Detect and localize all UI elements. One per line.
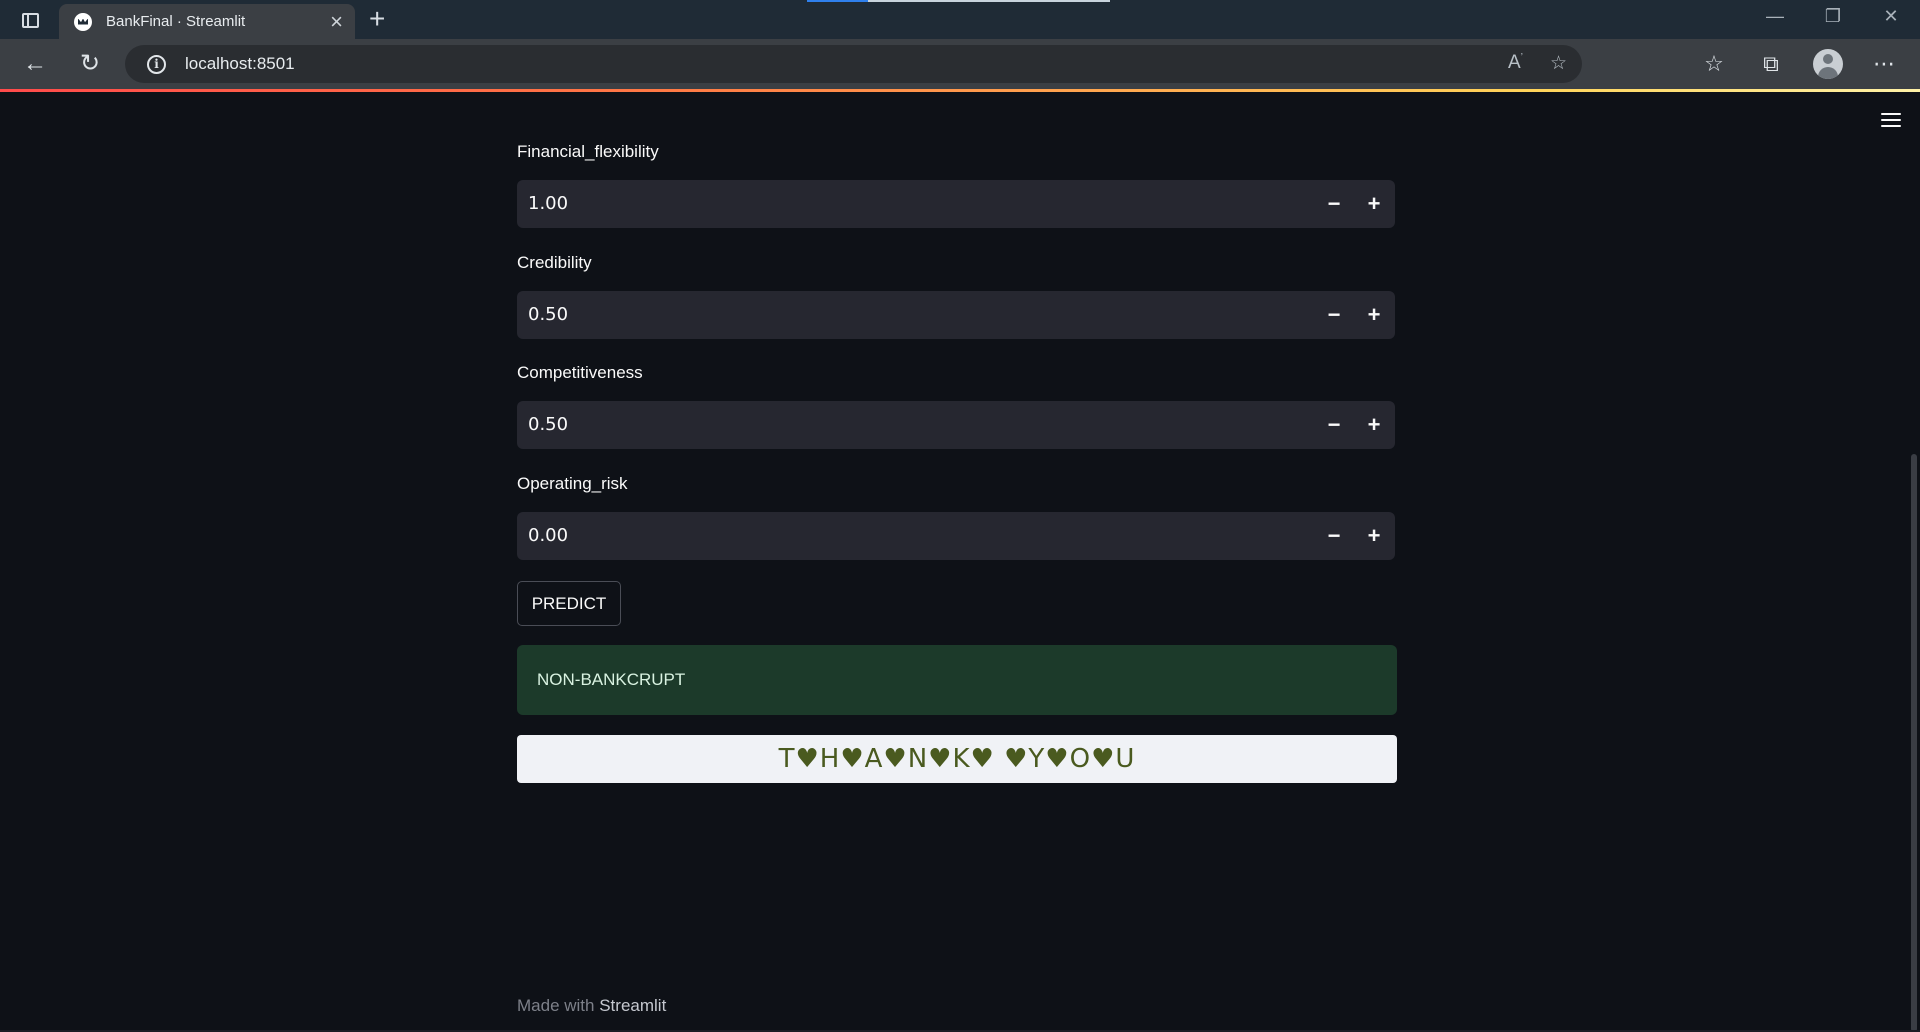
close-window-button[interactable]: ✕ (1871, 6, 1911, 27)
decrement-button[interactable]: − (1314, 291, 1354, 339)
increment-button[interactable]: + (1354, 291, 1394, 339)
thank-you-text: T♥H♥A♥N♥K♥ ♥Y♥O♥U (778, 744, 1136, 774)
credibility-label: Credibility (517, 253, 592, 272)
streamlit-app: Financial_flexibility 1.00 − + Credibili… (0, 92, 1920, 1032)
input-value[interactable]: 1.00 (528, 193, 568, 214)
decrement-button[interactable]: − (1314, 512, 1354, 560)
decrement-button[interactable]: − (1314, 401, 1354, 449)
tab-close-icon[interactable]: × (330, 10, 343, 33)
loading-indicator-active (807, 0, 868, 2)
back-arrow-icon[interactable]: ← (19, 48, 51, 80)
thank-you-banner: T♥H♥A♥N♥K♥ ♥Y♥O♥U (517, 735, 1397, 783)
profile-avatar[interactable] (1813, 49, 1843, 79)
streamlit-favicon-icon (74, 12, 92, 31)
prediction-result-text: NON-BANKCRUPT (537, 670, 686, 689)
menu-line (1881, 113, 1901, 115)
address-bar[interactable]: i localhost:8501 Aʼ ☆ (125, 45, 1582, 83)
input-value[interactable]: 0.00 (528, 525, 568, 546)
favorites-icon[interactable]: ☆ (1698, 48, 1730, 80)
loading-indicator (807, 0, 1110, 2)
minimize-button[interactable]: — (1755, 6, 1795, 27)
more-icon[interactable]: ⋯ (1868, 48, 1900, 80)
tab-actions-button[interactable] (12, 6, 48, 34)
tab-title: BankFinal · Streamlit (106, 13, 246, 30)
page-scrollbar[interactable] (1911, 454, 1917, 1032)
financial-flexibility-label: Financial_flexibility (517, 142, 659, 161)
new-tab-button[interactable]: + (369, 4, 385, 34)
info-icon[interactable]: i (147, 55, 166, 74)
tab-sidebar-icon (21, 12, 39, 28)
input-value[interactable]: 0.50 (528, 414, 568, 435)
loading-indicator-track (868, 0, 1110, 2)
competitiveness-label: Competitiveness (517, 363, 643, 382)
browser-tab[interactable]: BankFinal · Streamlit × (59, 4, 355, 39)
read-aloud-icon[interactable]: Aʼ (1508, 52, 1523, 74)
decrement-button[interactable]: − (1314, 180, 1354, 228)
increment-button[interactable]: + (1354, 180, 1394, 228)
competitiveness-input[interactable]: 0.50 − + (517, 401, 1395, 449)
browser-toolbar: ← ↻ i localhost:8501 Aʼ ☆ ☆ ⧉ ⋯ (0, 39, 1920, 89)
credibility-input[interactable]: 0.50 − + (517, 291, 1395, 339)
increment-button[interactable]: + (1354, 512, 1394, 560)
collections-icon[interactable]: ⧉ (1755, 48, 1787, 80)
operating-risk-label: Operating_risk (517, 474, 628, 493)
operating-risk-input[interactable]: 0.00 − + (517, 512, 1395, 560)
menu-line (1881, 125, 1901, 127)
url-text[interactable]: localhost:8501 (185, 54, 295, 74)
predict-button[interactable]: PREDICT (517, 581, 621, 626)
streamlit-link[interactable]: Streamlit (599, 996, 666, 1015)
hamburger-menu-icon[interactable] (1881, 113, 1901, 129)
prediction-result-alert: NON-BANKCRUPT (517, 645, 1397, 715)
browser-titlebar: BankFinal · Streamlit × + — ❐ ✕ (0, 0, 1920, 39)
input-value[interactable]: 0.50 (528, 304, 568, 325)
add-favorite-icon[interactable]: ☆ (1550, 52, 1567, 75)
restore-button[interactable]: ❐ (1813, 6, 1853, 27)
refresh-icon[interactable]: ↻ (74, 48, 106, 80)
footer-prefix: Made with (517, 996, 595, 1015)
increment-button[interactable]: + (1354, 401, 1394, 449)
financial-flexibility-input[interactable]: 1.00 − + (517, 180, 1395, 228)
footer: Made with Streamlit (517, 996, 666, 1016)
menu-line (1881, 119, 1901, 121)
